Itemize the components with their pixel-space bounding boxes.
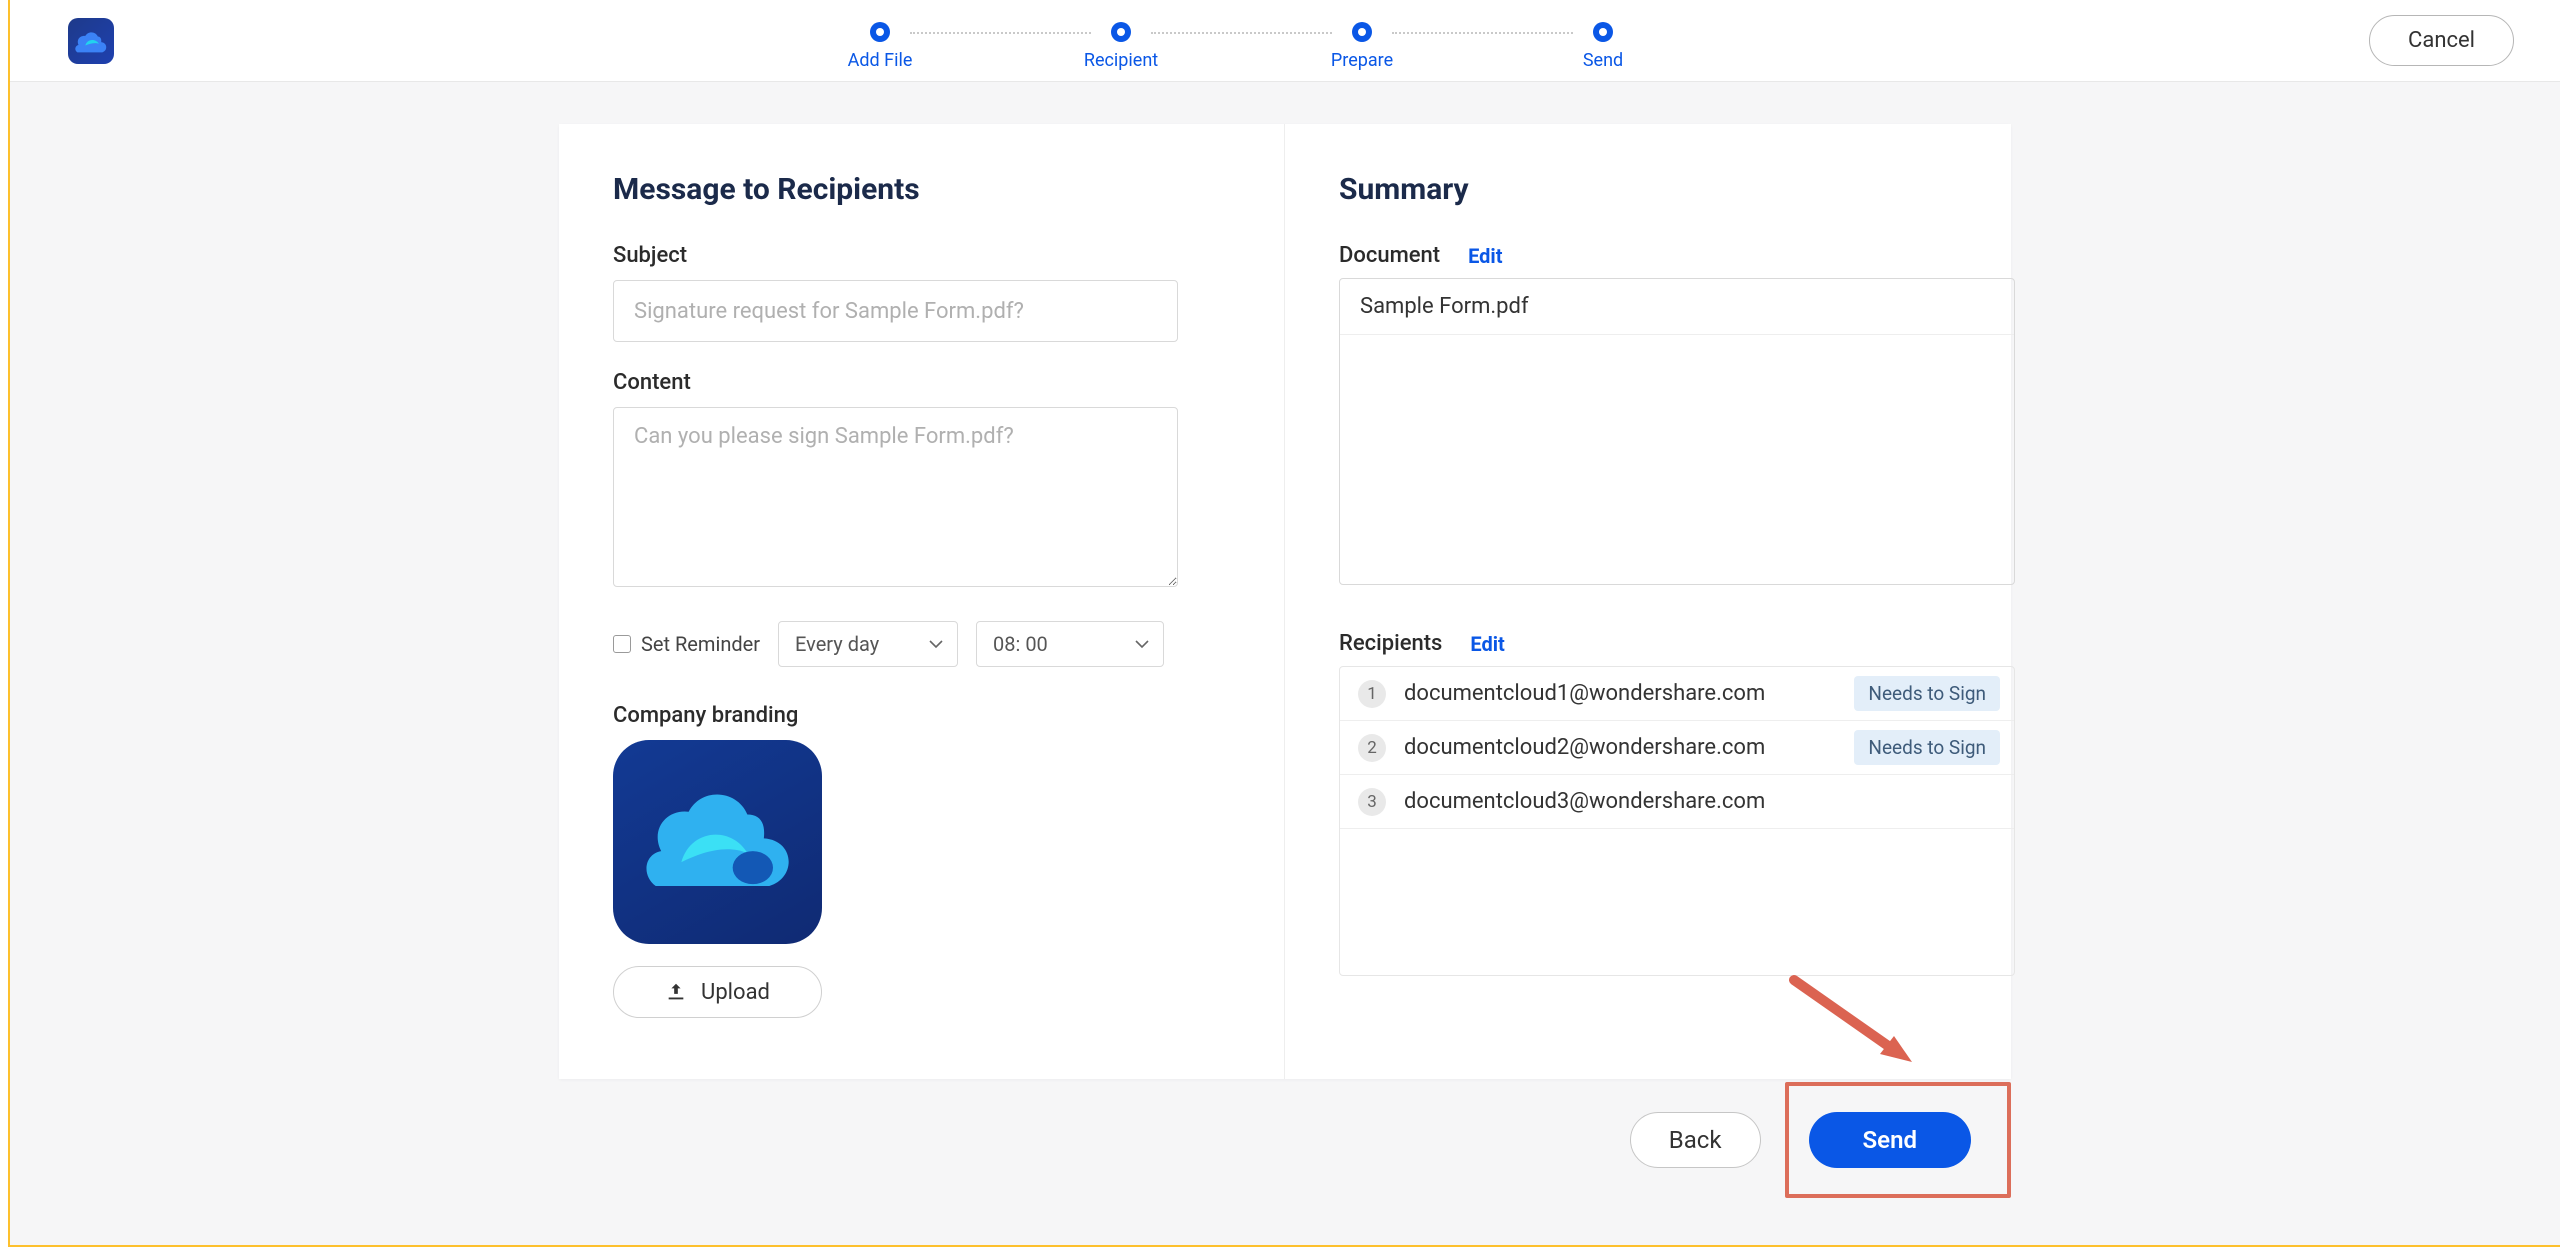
recipient-row: 2 documentcloud2@wondershare.com Needs t…: [1340, 721, 2014, 775]
reminder-frequency-select[interactable]: Every day: [778, 621, 958, 667]
document-section-label: Document: [1339, 243, 1440, 268]
recipient-status-badge: Needs to Sign: [1854, 730, 2000, 765]
branding-label: Company branding: [613, 703, 1230, 728]
header: Add File Recipient Prepare Send: [10, 0, 2560, 82]
cloud-icon: [74, 28, 108, 54]
recipient-email: documentcloud3@wondershare.com: [1404, 789, 2000, 814]
recipient-order: 2: [1358, 734, 1386, 762]
cancel-button[interactable]: Cancel: [2369, 15, 2514, 66]
app-logo: [68, 18, 114, 64]
send-button[interactable]: Send: [1809, 1112, 1971, 1168]
chevron-down-icon: [929, 639, 943, 649]
recipient-status-badge: Needs to Sign: [1854, 676, 2000, 711]
step-add-file[interactable]: Add File: [850, 22, 910, 71]
recipient-order: 1: [1358, 680, 1386, 708]
step-label: Recipient: [1084, 50, 1158, 71]
step-dot-icon: [1111, 22, 1131, 42]
content-label: Content: [613, 370, 1230, 395]
message-title: Message to Recipients: [613, 172, 1230, 207]
subject-input[interactable]: [613, 280, 1178, 342]
stepper: Add File Recipient Prepare Send: [114, 10, 2369, 71]
step-recipient[interactable]: Recipient: [1091, 22, 1151, 71]
subject-label: Subject: [613, 243, 1230, 268]
document-list: Sample Form.pdf: [1339, 278, 2015, 585]
recipient-order: 3: [1358, 788, 1386, 816]
content-textarea[interactable]: [613, 407, 1178, 587]
step-dot-icon: [870, 22, 890, 42]
step-label: Add File: [848, 50, 913, 71]
set-reminder-checkbox[interactable]: [613, 635, 631, 653]
reminder-time-value: 08: 00: [993, 632, 1048, 656]
recipients-section-label: Recipients: [1339, 631, 1442, 656]
recipients-list: 1 documentcloud1@wondershare.com Needs t…: [1339, 666, 2015, 976]
company-logo-preview: [613, 740, 822, 944]
cloud-icon: [643, 787, 793, 897]
step-prepare[interactable]: Prepare: [1332, 22, 1392, 71]
step-dot-icon: [1352, 22, 1372, 42]
upload-icon: [665, 981, 687, 1003]
recipient-row: 1 documentcloud1@wondershare.com Needs t…: [1340, 667, 2014, 721]
set-reminder-label: Set Reminder: [641, 632, 760, 656]
main-card: Message to Recipients Subject Content Se…: [559, 124, 2011, 1079]
step-dot-icon: [1593, 22, 1613, 42]
step-send[interactable]: Send: [1573, 22, 1633, 71]
summary-title: Summary: [1339, 172, 1957, 207]
back-button[interactable]: Back: [1630, 1112, 1761, 1168]
send-highlight-box: Send: [1785, 1082, 2011, 1198]
message-panel: Message to Recipients Subject Content Se…: [559, 124, 1285, 1079]
step-label: Send: [1583, 50, 1623, 71]
upload-button[interactable]: Upload: [613, 966, 822, 1018]
recipient-row: 3 documentcloud3@wondershare.com: [1340, 775, 2014, 829]
step-label: Prepare: [1331, 50, 1393, 71]
chevron-down-icon: [1135, 639, 1149, 649]
document-name: Sample Form.pdf: [1360, 294, 1529, 319]
footer: Back Send: [10, 1082, 2560, 1198]
edit-recipients-link[interactable]: Edit: [1470, 632, 1504, 656]
reminder-time-select[interactable]: 08: 00: [976, 621, 1164, 667]
recipient-email: documentcloud1@wondershare.com: [1404, 681, 1836, 706]
reminder-frequency-value: Every day: [795, 632, 879, 656]
upload-button-label: Upload: [701, 980, 770, 1005]
edit-document-link[interactable]: Edit: [1468, 244, 1502, 268]
document-row: Sample Form.pdf: [1340, 279, 2014, 335]
summary-panel: Summary Document Edit Sample Form.pdf Re…: [1285, 124, 2011, 1079]
recipient-email: documentcloud2@wondershare.com: [1404, 735, 1836, 760]
